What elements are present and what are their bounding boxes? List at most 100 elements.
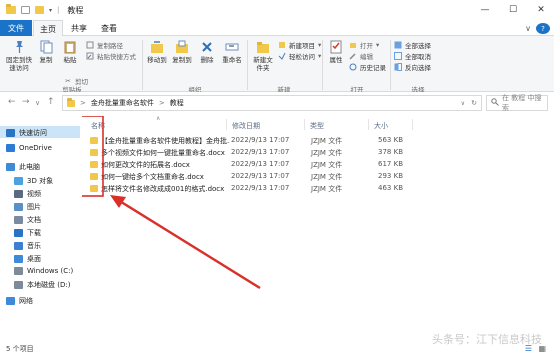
sidebar-item[interactable]: Windows (C:)	[14, 267, 73, 275]
open-button[interactable]: 打开 ▾	[349, 40, 379, 50]
paste-icon	[63, 40, 77, 54]
column-header-name[interactable]: 名称	[91, 121, 105, 131]
maximize-button[interactable]: ☐	[500, 0, 526, 20]
sidebar-item-label: 图片	[27, 203, 41, 211]
invert-selection-label: 反向选择	[405, 64, 431, 72]
new-item-button[interactable]: 新建项目 ▾	[278, 40, 321, 50]
collapse-ribbon-icon[interactable]: ∨	[522, 20, 534, 36]
paste-button[interactable]: 粘贴	[60, 40, 80, 64]
column-separator[interactable]	[368, 119, 369, 130]
select-all-label: 全部选择	[405, 42, 431, 50]
select-none-button[interactable]: 全部取消	[394, 51, 431, 61]
open-icon	[349, 41, 357, 49]
search-icon	[491, 98, 499, 108]
delete-label: 删除	[200, 56, 214, 64]
new-folder-button[interactable]: 新建文件夹	[250, 40, 276, 72]
select-none-label: 全部取消	[405, 53, 431, 61]
file-row[interactable]: 多个视频文件如何一键批量重命名.docx 2022/9/13 17:07 JZJM …	[87, 147, 467, 158]
select-all-button[interactable]: 全部选择	[394, 40, 431, 50]
copy-to-button[interactable]: 复制到	[171, 40, 193, 64]
minimize-button[interactable]: —	[472, 0, 498, 20]
sidebar-item[interactable]: 音乐	[14, 241, 41, 251]
paste-shortcut-label: 粘贴快捷方式	[97, 53, 136, 61]
edit-button[interactable]: 编辑	[349, 51, 373, 61]
column-header-date[interactable]: 修改日期	[232, 121, 260, 131]
pin-quick-access-button[interactable]: 固定到快速访问	[4, 40, 34, 72]
column-separator[interactable]	[226, 119, 227, 130]
file-list: 名称 ∧ 修改日期 类型 大小 【金舟批量重命名软件使用教程】金舟批... 202…	[82, 115, 554, 340]
help-icon[interactable]: ?	[536, 23, 550, 34]
sidebar-item-label: 文档	[27, 216, 41, 224]
sidebar-item[interactable]: 视频	[14, 189, 41, 199]
back-button[interactable]: ←	[8, 97, 16, 107]
delete-icon	[200, 40, 214, 54]
copy-path-button[interactable]: 复制路径	[86, 40, 123, 50]
breadcrumb-separator: >	[80, 99, 86, 107]
column-header-size[interactable]: 大小	[374, 121, 388, 131]
rename-button[interactable]: 重命名	[220, 40, 244, 64]
sidebar-item[interactable]: 快速访问	[6, 128, 47, 138]
copy-button[interactable]: 复制	[36, 40, 56, 64]
sidebar-item[interactable]: 本地磁盘 (D:)	[14, 280, 70, 290]
rename-icon	[225, 40, 239, 54]
sidebar-item[interactable]: 网络	[6, 296, 33, 306]
recent-locations-button[interactable]: ∨	[35, 99, 40, 107]
tab-file[interactable]: 文件	[0, 20, 32, 36]
watermark-text: 头条号：江下信息科技	[432, 333, 542, 346]
sidebar-item[interactable]: 3D 对象	[14, 176, 53, 186]
tab-view[interactable]: 查看	[95, 20, 123, 36]
move-to-button[interactable]: 移动到	[146, 40, 168, 64]
file-size: 378 KB	[378, 148, 403, 156]
breadcrumb-item[interactable]: 教程	[170, 98, 184, 108]
column-separator[interactable]	[304, 119, 305, 130]
new-folder-icon	[256, 40, 270, 54]
breadcrumb-item[interactable]: 金舟批量重命名软件	[91, 98, 154, 108]
sidebar-item[interactable]: 此电脑	[6, 162, 40, 172]
easy-access-button[interactable]: 轻松访问 ▾	[278, 51, 321, 61]
column-separator[interactable]	[412, 119, 413, 130]
new-folder-quick-icon[interactable]	[35, 6, 44, 14]
search-input[interactable]: 在 教程 中搜索	[486, 94, 548, 112]
sidebar-item[interactable]: 桌面	[14, 254, 41, 264]
sidebar-item[interactable]: 图片	[14, 202, 41, 212]
address-bar[interactable]: > 金舟批量重命名软件 > 教程 ∨ ↻	[62, 95, 482, 111]
properties-button[interactable]: 属性	[326, 40, 346, 64]
file-row[interactable]: 怎样将文件名修改成成001的格式.docx 2022/9/13 17:07 JZJM…	[87, 183, 467, 194]
tab-home[interactable]: 主页	[33, 20, 63, 37]
column-header-type[interactable]: 类型	[310, 121, 324, 131]
tab-share[interactable]: 共享	[65, 20, 93, 36]
copy-icon	[39, 40, 53, 54]
invert-selection-button[interactable]: 反向选择	[394, 62, 431, 72]
file-type: JZJM 文件	[311, 137, 343, 145]
sidebar-item[interactable]: 文档	[14, 215, 41, 225]
file-row[interactable]: 如何一键给多个文档重命名.docx 2022/9/13 17:07 JZJM 文件 2…	[87, 171, 467, 182]
sidebar-item[interactable]: 下载	[14, 228, 41, 238]
close-button[interactable]: ✕	[528, 0, 554, 20]
copy-path-icon	[86, 41, 94, 49]
sidebar-item-label: 视频	[27, 190, 41, 198]
paste-shortcut-button[interactable]: 粘贴快捷方式	[86, 51, 136, 61]
file-row[interactable]: 如何更改文件的拓展名.docx 2022/9/13 17:07 JZJM 文件 617…	[87, 159, 467, 170]
properties-quick-icon[interactable]	[21, 6, 30, 14]
sidebar-item[interactable]: OneDrive	[6, 144, 52, 152]
item-count: 5 个项目	[6, 344, 34, 353]
quick-access-toolbar: ▾ |	[0, 4, 60, 14]
refresh-icon[interactable]: ↻	[471, 99, 477, 107]
new-folder-label: 新建文件夹	[253, 56, 273, 72]
delete-button[interactable]: 删除	[197, 40, 217, 64]
history-button[interactable]: 历史记录	[349, 62, 386, 72]
file-name: 如何更改文件的拓展名.docx	[101, 161, 190, 169]
file-icon	[90, 149, 98, 156]
file-row[interactable]: 【金舟批量重命名软件使用教程】金舟批... 2022/9/13 17:07 JZJM…	[87, 135, 467, 146]
sidebar-item-label: 桌面	[27, 255, 41, 263]
file-size: 463 KB	[378, 184, 403, 192]
address-dropdown-icon[interactable]: ∨	[461, 100, 465, 107]
paste-label: 粘贴	[63, 56, 77, 64]
file-name: 如何一键给多个文档重命名.docx	[101, 173, 204, 181]
sidebar-item-label: Windows (C:)	[27, 267, 74, 275]
up-button[interactable]: ↑	[47, 97, 55, 107]
customize-toolbar-icon[interactable]: ▾	[49, 7, 52, 14]
title-separator: |	[57, 6, 60, 14]
history-label: 历史记录	[360, 64, 386, 72]
forward-button[interactable]: →	[22, 97, 30, 107]
